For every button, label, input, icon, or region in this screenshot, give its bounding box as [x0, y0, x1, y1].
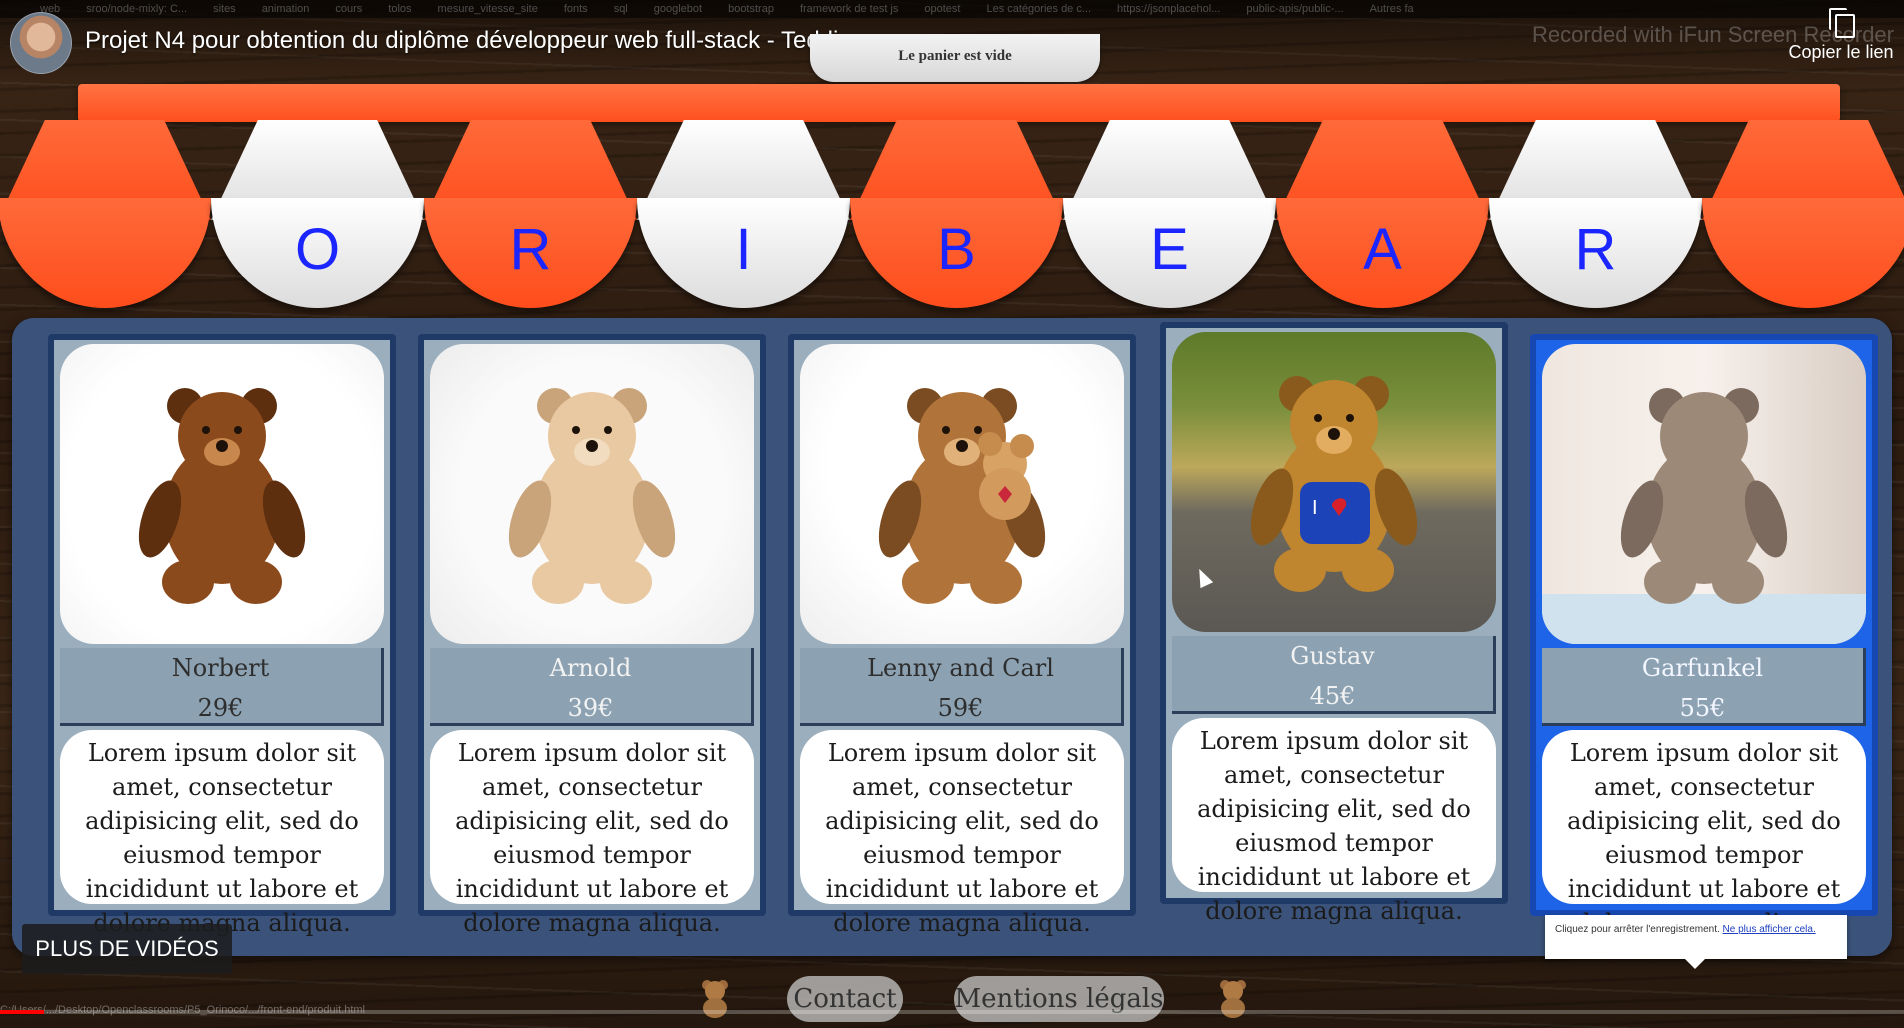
product-name: Norbert	[171, 654, 270, 682]
product-photo[interactable]	[1542, 344, 1866, 644]
awning-stripe	[1702, 120, 1904, 308]
legal-notice-button[interactable]: Mentions légals	[954, 976, 1164, 1022]
product-photo[interactable]: I	[1172, 332, 1496, 632]
product-photo-art: I	[1250, 376, 1418, 592]
channel-avatar[interactable]	[10, 12, 72, 74]
product-info: Lenny and Carl 59€	[800, 648, 1124, 726]
brand-letter: R	[1574, 217, 1617, 282]
brand-letter: I	[735, 217, 752, 282]
product-price: 55€	[1679, 694, 1726, 722]
more-videos-button[interactable]: PLUS DE VIDÉOS	[22, 924, 232, 974]
product-photo[interactable]	[430, 344, 754, 644]
copy-link-label: Copier le lien	[1788, 42, 1894, 62]
product-description: Lorem ipsum dolor sit amet, consectetur …	[1542, 730, 1866, 937]
recording-tooltip-link[interactable]: Ne plus afficher cela.	[1723, 924, 1816, 935]
awning-stripe	[0, 120, 211, 308]
awning-stripe: E	[1063, 120, 1276, 308]
product-name: Garfunkel	[1641, 654, 1764, 682]
brand-letter: A	[1363, 217, 1402, 282]
brand-letter: B	[937, 217, 976, 282]
product-info: Garfunkel 55€	[1542, 648, 1866, 726]
product-card[interactable]: Norbert 29€ Lorem ipsum dolor sit amet, co…	[48, 334, 396, 937]
product-photo[interactable]	[60, 344, 384, 644]
copy-link-button[interactable]: Copier le lien	[1786, 8, 1896, 63]
product-price: 45€	[1309, 682, 1356, 710]
svg-text:I: I	[1312, 497, 1318, 519]
product-photo-art	[508, 388, 676, 604]
video-progress-bar[interactable]	[0, 1010, 1904, 1014]
brand-letter: E	[1150, 217, 1189, 282]
awning-stripe: A	[1276, 120, 1489, 308]
recording-tooltip-text: Cliquez pour arrêter l'enregistrement.	[1555, 924, 1720, 935]
contact-button[interactable]: Contact	[787, 976, 903, 1022]
brand-letter: O	[294, 217, 341, 282]
product-card[interactable]: Garfunkel 55€ Lorem ipsum dolor sit amet, …	[1530, 334, 1878, 937]
product-photo-art	[1542, 388, 1866, 644]
video-title[interactable]: Projet N4 pour obtention du diplôme déve…	[85, 27, 864, 55]
product-info: Arnold 39€	[430, 648, 754, 726]
product-description: Lorem ipsum dolor sit amet, consectetur …	[1172, 718, 1496, 925]
brand-letter: R	[509, 217, 552, 282]
cart-status[interactable]: Le panier est vide	[810, 34, 1100, 82]
product-photo[interactable]	[800, 344, 1124, 644]
product-name: Lenny and Carl	[867, 654, 1054, 682]
awning-bar	[78, 84, 1840, 122]
product-price: 29€	[197, 694, 244, 722]
awning-stripe: O	[211, 120, 424, 308]
brand-awning: ORIBEAR	[0, 120, 1904, 310]
product-photo-art	[138, 388, 306, 604]
product-name: Arnold	[549, 654, 632, 682]
product-card[interactable]: Arnold 39€ Lorem ipsum dolor sit amet, con…	[418, 334, 766, 937]
awning-stripe: R	[424, 120, 637, 308]
product-card[interactable]: I Gustav 45€ Lorem ipsum dolor sit amet, co…	[1160, 322, 1508, 925]
product-price: 39€	[567, 694, 614, 722]
video-progress-fill	[0, 1010, 44, 1014]
awning-stripe: R	[1489, 120, 1702, 308]
product-price: 59€	[937, 694, 984, 722]
product-info: Norbert 29€	[60, 648, 384, 726]
recording-tooltip: Cliquez pour arrêter l'enregistrement. N…	[1545, 915, 1847, 969]
awning-stripe: I	[637, 120, 850, 308]
product-name: Gustav	[1290, 642, 1375, 670]
product-description: Lorem ipsum dolor sit amet, consectetur …	[800, 730, 1124, 937]
product-info: Gustav 45€	[1172, 636, 1496, 714]
product-description: Lorem ipsum dolor sit amet, consectetur …	[430, 730, 754, 937]
product-description: Lorem ipsum dolor sit amet, consectetur …	[60, 730, 384, 937]
copy-icon	[1829, 8, 1855, 38]
awning-stripe: B	[850, 120, 1063, 308]
product-card[interactable]: Lenny and Carl 59€ Lorem ipsum dolor sit a…	[788, 334, 1136, 937]
product-photo-art	[878, 388, 1046, 604]
